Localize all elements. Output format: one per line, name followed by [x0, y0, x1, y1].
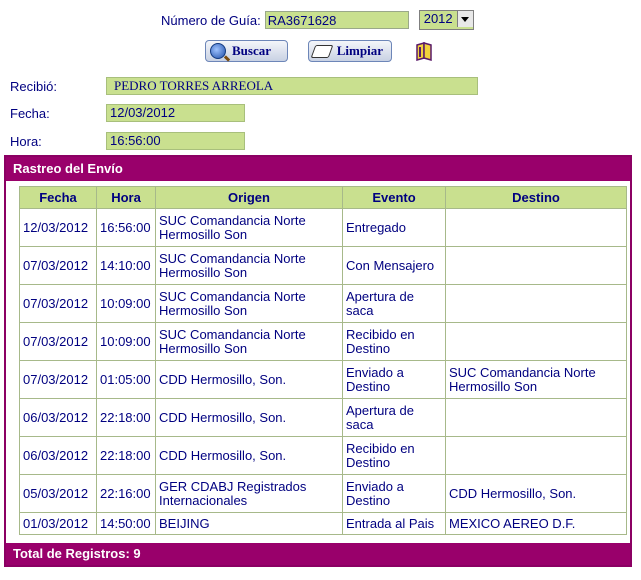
cell-destino	[445, 322, 627, 361]
cell-hora: 10:09:00	[96, 284, 156, 323]
table-row: 05/03/2012 22:16:00 GER CDABJ Registrado…	[19, 474, 627, 513]
guia-label: Número de Guía:	[161, 12, 261, 28]
cell-destino	[445, 398, 627, 437]
table-row: 01/03/2012 14:50:00 BEIJING Entrada al P…	[19, 512, 627, 535]
cell-origen: GER CDABJ Registrados Internacionales	[155, 474, 343, 513]
table-row: 07/03/2012 10:09:00 SUC Comandancia Nort…	[19, 322, 627, 361]
hora-label: Hora:	[10, 134, 42, 149]
limpiar-label: Limpiar	[336, 43, 383, 58]
col-origen-header: Origen	[155, 186, 343, 209]
cell-hora: 10:09:00	[96, 322, 156, 361]
cell-fecha: 06/03/2012	[19, 398, 97, 437]
col-destino-header: Destino	[445, 186, 627, 209]
cell-evento: Entrada al Pais	[342, 512, 446, 535]
chevron-down-icon[interactable]	[456, 11, 473, 27]
tracking-table: Fecha Hora Origen Evento Destino 12/03/2…	[19, 186, 627, 535]
tracking-title: Rastreo del Envío	[6, 157, 630, 181]
col-fecha-header: Fecha	[19, 186, 97, 209]
cell-fecha: 05/03/2012	[19, 474, 97, 513]
table-header-row: Fecha Hora Origen Evento Destino	[19, 186, 627, 209]
cell-fecha: 06/03/2012	[19, 436, 97, 475]
tracking-total: Total de Registros: 9	[6, 543, 630, 565]
eraser-icon	[310, 44, 334, 58]
cell-fecha: 07/03/2012	[19, 360, 97, 399]
cell-origen: CDD Hermosillo, Son.	[155, 360, 343, 399]
tracking-panel: Rastreo del Envío Fecha Hora Origen Even…	[4, 155, 632, 567]
cell-origen: CDD Hermosillo, Son.	[155, 436, 343, 475]
cell-origen: SUC Comandancia Norte Hermosillo Son	[155, 246, 343, 285]
year-select[interactable]: 2012	[418, 10, 474, 30]
cell-hora: 14:50:00	[96, 512, 156, 535]
col-hora-header: Hora	[96, 186, 156, 209]
cell-origen: SUC Comandancia Norte Hermosillo Son	[155, 322, 343, 361]
cell-origen: SUC Comandancia Norte Hermosillo Son	[155, 208, 343, 247]
book-icon[interactable]	[414, 41, 434, 61]
table-row: 06/03/2012 22:18:00 CDD Hermosillo, Son.…	[19, 436, 627, 475]
cell-destino: SUC Comandancia Norte Hermosillo Son	[445, 360, 627, 399]
cell-evento: Entregado	[342, 208, 446, 247]
cell-hora: 22:18:00	[96, 398, 156, 437]
cell-destino	[445, 436, 627, 475]
cell-origen: SUC Comandancia Norte Hermosillo Son	[155, 284, 343, 323]
cell-hora: 22:16:00	[96, 474, 156, 513]
cell-evento: Recibido en Destino	[342, 436, 446, 475]
cell-fecha: 07/03/2012	[19, 322, 97, 361]
cell-hora: 14:10:00	[96, 246, 156, 285]
table-row: 07/03/2012 10:09:00 SUC Comandancia Nort…	[19, 284, 627, 323]
year-value: 2012	[423, 11, 453, 26]
cell-hora: 22:18:00	[96, 436, 156, 475]
buscar-button[interactable]: Buscar	[205, 40, 288, 62]
col-evento-header: Evento	[342, 186, 446, 209]
cell-evento: Apertura de saca	[342, 284, 446, 323]
cell-destino: MEXICO AEREO D.F.	[445, 512, 627, 535]
fecha-label: Fecha:	[10, 106, 50, 121]
cell-evento: Apertura de saca	[342, 398, 446, 437]
limpiar-button[interactable]: Limpiar	[308, 40, 392, 62]
cell-origen: BEIJING	[155, 512, 343, 535]
hora-field: 16:56:00	[106, 132, 245, 150]
cell-destino	[445, 208, 627, 247]
table-row: 07/03/2012 01:05:00 CDD Hermosillo, Son.…	[19, 360, 627, 399]
cell-fecha: 12/03/2012	[19, 208, 97, 247]
cell-hora: 01:05:00	[96, 360, 156, 399]
recibio-label: Recibió:	[10, 79, 57, 94]
guia-input[interactable]	[264, 11, 409, 29]
cell-destino	[445, 246, 627, 285]
buscar-label: Buscar	[232, 43, 271, 58]
cell-destino: CDD Hermosillo, Son.	[445, 474, 627, 513]
table-row: 06/03/2012 22:18:00 CDD Hermosillo, Son.…	[19, 398, 627, 437]
cell-fecha: 07/03/2012	[19, 246, 97, 285]
cell-evento: Con Mensajero	[342, 246, 446, 285]
cell-fecha: 07/03/2012	[19, 284, 97, 323]
fecha-field: 12/03/2012	[106, 104, 245, 122]
cell-hora: 16:56:00	[96, 208, 156, 247]
cell-evento: Enviado a Destino	[342, 474, 446, 513]
cell-evento: Recibido en Destino	[342, 322, 446, 361]
guia-search-row: Número de Guía: 2012	[161, 10, 474, 30]
cell-destino	[445, 284, 627, 323]
recibio-field: PEDRO TORRES ARREOLA	[106, 77, 478, 95]
cell-evento: Enviado a Destino	[342, 360, 446, 399]
table-row: 07/03/2012 14:10:00 SUC Comandancia Nort…	[19, 246, 627, 285]
cell-origen: CDD Hermosillo, Son.	[155, 398, 343, 437]
search-icon	[210, 43, 226, 59]
table-row: 12/03/2012 16:56:00 SUC Comandancia Nort…	[19, 208, 627, 247]
cell-fecha: 01/03/2012	[19, 512, 97, 535]
